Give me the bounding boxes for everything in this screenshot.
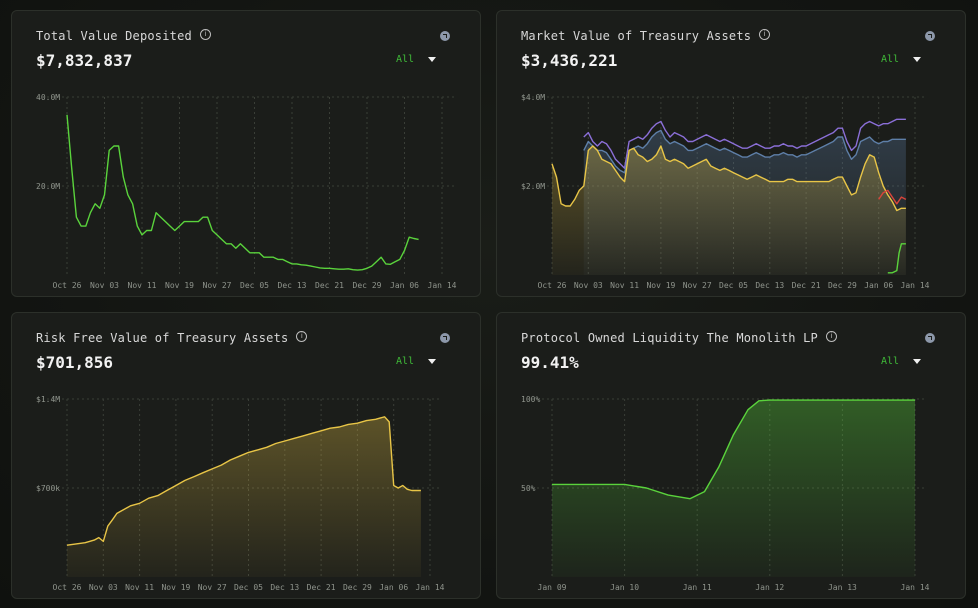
series-area bbox=[67, 416, 421, 577]
x-tick-label: Dec 21 bbox=[315, 281, 344, 290]
y-tick-label: $4.0M bbox=[521, 93, 545, 102]
x-tick-label: Oct 26 bbox=[53, 583, 82, 592]
x-tick-label: Jan 14 bbox=[901, 281, 930, 290]
x-tick-label: Jan 09 bbox=[538, 583, 567, 592]
x-tick-label: Dec 13 bbox=[755, 281, 784, 290]
y-tick-label: 100% bbox=[521, 395, 540, 404]
y-tick-label: $1.4M bbox=[36, 395, 60, 404]
x-tick-label: Dec 13 bbox=[270, 583, 299, 592]
y-tick-label: $700k bbox=[36, 484, 60, 493]
chart-svg: Oct 26 Nov 03 Nov 11 Nov 19 Nov 27 Dec 05 Dec … bbox=[521, 93, 930, 290]
x-tick-label: Jan 14 bbox=[416, 583, 445, 592]
series-area bbox=[552, 400, 915, 577]
x-tick-label: Dec 29 bbox=[343, 583, 372, 592]
x-tick-label: Jan 06 bbox=[864, 281, 893, 290]
chart-card-protocol-owned-liquidity: Protocol Owned Liquidity The Monolith LP… bbox=[496, 312, 966, 599]
x-tick-label: Nov 11 bbox=[610, 281, 639, 290]
y-tick-label: 20.0M bbox=[36, 182, 60, 191]
x-tick-label: Dec 21 bbox=[792, 281, 821, 290]
x-tick-label: Jan 06 bbox=[379, 583, 408, 592]
x-tick-label: Jan 10 bbox=[610, 583, 639, 592]
x-tick-label: Jan 13 bbox=[828, 583, 857, 592]
series-line bbox=[66, 114, 419, 271]
y-tick-label: 40.0M bbox=[36, 93, 60, 102]
x-tick-label: Nov 03 bbox=[574, 281, 603, 290]
x-tick-label: Dec 29 bbox=[353, 281, 382, 290]
x-tick-label: Jan 12 bbox=[755, 583, 784, 592]
x-tick-label: Dec 05 bbox=[719, 281, 748, 290]
x-tick-label: Nov 11 bbox=[125, 583, 154, 592]
x-tick-label: Nov 03 bbox=[89, 583, 118, 592]
x-tick-label: Dec 05 bbox=[234, 583, 263, 592]
y-tick-label: $2.0M bbox=[521, 182, 545, 191]
x-tick-label: Jan 06 bbox=[390, 281, 419, 290]
x-tick-label: Nov 27 bbox=[203, 281, 232, 290]
x-tick-label: Nov 27 bbox=[683, 281, 712, 290]
x-tick-label: Nov 19 bbox=[165, 281, 194, 290]
x-tick-label: Nov 11 bbox=[128, 281, 157, 290]
x-tick-label: Jan 14 bbox=[901, 583, 930, 592]
x-tick-label: Jan 11 bbox=[683, 583, 712, 592]
x-tick-label: Dec 05 bbox=[240, 281, 269, 290]
x-tick-label: Nov 19 bbox=[646, 281, 675, 290]
chart-card-risk-free-value: Risk Free Value of Treasury Assets i $70… bbox=[11, 312, 481, 599]
y-tick-label: 50% bbox=[521, 484, 536, 493]
x-tick-label: Nov 19 bbox=[161, 583, 190, 592]
x-tick-label: Dec 21 bbox=[307, 583, 336, 592]
chart-svg: Oct 26 Nov 03 Nov 11 Nov 19 Nov 27 Dec 05 Dec … bbox=[36, 395, 445, 592]
x-tick-label: Nov 03 bbox=[90, 281, 119, 290]
chart-card-total-value-deposited: Total Value Deposited i $7,832,837 All O… bbox=[11, 10, 481, 297]
x-tick-label: Jan 14 bbox=[428, 281, 457, 290]
x-tick-label: Oct 26 bbox=[53, 281, 82, 290]
x-tick-label: Dec 13 bbox=[278, 281, 307, 290]
chart-svg: Jan 09 Jan 10 Jan 11 Jan 12 Jan 13 Jan 14 100%… bbox=[521, 395, 930, 592]
chart-svg: Oct 26 Nov 03 Nov 11 Nov 19 Nov 27 Dec 05 Dec … bbox=[36, 93, 457, 290]
x-tick-label: Oct 26 bbox=[538, 281, 567, 290]
chart-card-market-value: Market Value of Treasury Assets i $3,436… bbox=[496, 10, 966, 297]
x-tick-label: Nov 27 bbox=[198, 583, 227, 592]
x-tick-label: Dec 29 bbox=[828, 281, 857, 290]
